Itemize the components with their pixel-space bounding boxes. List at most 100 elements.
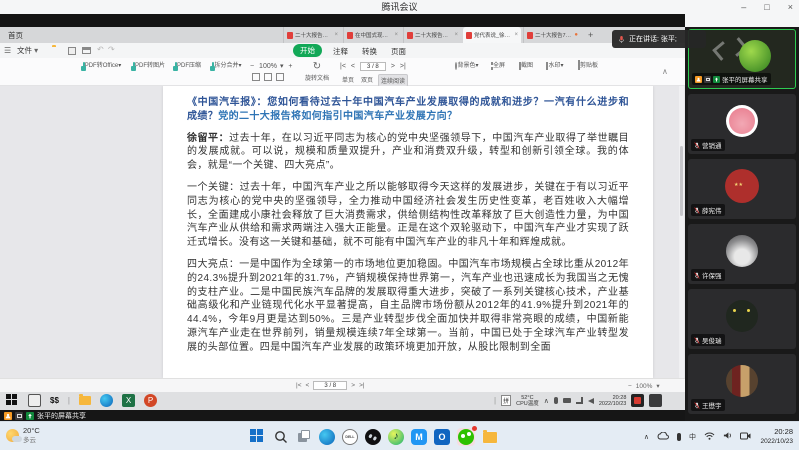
maximize-button[interactable]: □ — [764, 0, 769, 14]
screenshot-button[interactable]: 截图 — [514, 60, 538, 69]
remote-unknown-app-icon[interactable]: $$ — [50, 396, 59, 405]
redo-icon[interactable]: ↷ — [108, 45, 115, 54]
tab-doc-3[interactable]: 二十大报告中的那些表述.. × — [403, 27, 461, 43]
status-page-input[interactable]: 3 / 8 — [313, 381, 347, 390]
file-explorer-icon-active[interactable] — [482, 431, 498, 444]
participant-tile[interactable]: 王懋宇 — [688, 354, 796, 414]
file-menu[interactable]: 文件 ▾ — [17, 45, 38, 56]
status-first-page[interactable]: |< — [296, 382, 301, 389]
remote-tray-app-icon[interactable] — [649, 394, 662, 407]
remote-network-icon[interactable] — [576, 397, 583, 404]
dell-icon[interactable]: DELL — [342, 429, 358, 445]
ribbon-tab-start[interactable]: 开始 — [293, 44, 322, 57]
wechat-icon-active[interactable] — [457, 428, 475, 446]
status-zoom-out[interactable]: − — [628, 383, 632, 390]
tab-doc-4-active[interactable]: 党代表说_徐留平：为建.. × — [463, 27, 521, 43]
tab-close-icon[interactable]: × — [454, 32, 458, 38]
vertical-scrollbar[interactable] — [679, 86, 684, 378]
remote-camera-icon[interactable] — [563, 398, 571, 403]
remote-mic-icon[interactable] — [554, 397, 558, 404]
watermark-button[interactable]: 水印▾ — [542, 60, 568, 69]
remote-tray-expand-icon[interactable]: ∧ — [544, 397, 549, 405]
cloud-icon[interactable] — [657, 432, 669, 442]
tab-doc-5[interactable]: 二十大报告72页完整版全.. ● — [523, 27, 581, 43]
pdf-to-image-button[interactable]: PDF转图片 — [128, 60, 170, 69]
rotate-doc-button[interactable]: ↻ 旋转文档 — [300, 60, 334, 82]
taskbar-weather-widget[interactable]: 20°C多云 — [6, 426, 40, 445]
close-button[interactable]: × — [788, 0, 793, 14]
edge-icon[interactable] — [319, 429, 335, 445]
first-page-button[interactable]: |< — [340, 63, 346, 70]
tab-home[interactable]: 首页 — [8, 30, 23, 41]
new-tab-button[interactable]: + — [588, 30, 593, 40]
participant-tile[interactable]: 营销通 — [688, 94, 796, 154]
zoom-out-button[interactable]: − — [250, 63, 254, 70]
zoom-in-button[interactable]: + — [288, 63, 292, 70]
qq-music-icon[interactable]: ♪ — [388, 429, 404, 445]
remote-clock[interactable]: 20:282022/10/23 — [599, 395, 627, 407]
fit-screen-icon[interactable] — [276, 73, 284, 81]
status-zoom-level[interactable]: 100% — [636, 383, 653, 390]
save-icon[interactable] — [68, 47, 76, 55]
remote-start-icon[interactable] — [6, 394, 19, 407]
volume-icon[interactable] — [723, 431, 732, 442]
outlook-icon[interactable]: O — [434, 429, 450, 445]
split-merge-button[interactable]: 拆分合并▾ — [207, 60, 247, 69]
fullscreen-button[interactable]: 全屏 — [486, 60, 510, 69]
search-icon[interactable] — [273, 429, 289, 445]
remote-volume-icon[interactable] — [588, 398, 594, 404]
next-page-button[interactable]: > — [391, 63, 395, 70]
participant-tile[interactable]: 吴俊瑞 — [688, 289, 796, 349]
minimize-button[interactable]: – — [741, 0, 746, 14]
participant-name: 薛宪伟 — [702, 205, 722, 215]
last-page-button[interactable]: >| — [400, 63, 406, 70]
remote-file-explorer-icon[interactable] — [79, 396, 91, 405]
status-last-page[interactable]: >| — [359, 382, 364, 389]
fit-width-icon[interactable] — [252, 73, 260, 81]
tray-expand-icon[interactable]: ∧ — [644, 433, 649, 441]
participant-tile[interactable]: 许保强 — [688, 224, 796, 284]
background-color-button[interactable]: 背景色▾ — [452, 60, 482, 69]
tab-close-icon[interactable]: × — [514, 32, 518, 38]
tab-doc-2[interactable]: 在中国式现代化的伟大进.. × — [343, 27, 401, 43]
hamburger-menu-icon[interactable]: ☰ — [4, 46, 11, 55]
ime-indicator[interactable]: 中 — [689, 432, 696, 442]
print-icon[interactable] — [82, 47, 91, 54]
start-button[interactable] — [250, 429, 266, 445]
remote-ime-indicator[interactable]: 拼 — [501, 395, 511, 406]
remote-excel-icon[interactable]: X — [122, 394, 135, 407]
remote-recorder-icon[interactable] — [631, 394, 644, 407]
m-app-icon[interactable]: M — [411, 429, 427, 445]
taskbar-clock[interactable]: 20:28 2022/10/23 — [760, 427, 793, 446]
wifi-icon[interactable] — [704, 432, 715, 442]
mic-icon[interactable] — [677, 433, 681, 441]
ribbon-tab-page[interactable]: 页面 — [391, 46, 406, 57]
pdf-to-office-button[interactable]: PDF转Office▾ — [78, 60, 126, 69]
camera-icon[interactable] — [740, 432, 751, 442]
participant-name: 吴俊瑞 — [702, 335, 722, 345]
ribbon-tab-annotate[interactable]: 注释 — [333, 46, 348, 57]
remote-task-view-icon[interactable] — [28, 394, 41, 407]
participant-tile[interactable]: ★★ 薛宪伟 — [688, 159, 796, 219]
tab-doc-1[interactable]: 二十大报告，汽车人必读.. × — [283, 27, 341, 43]
status-prev-page[interactable]: < — [305, 382, 309, 389]
zoom-level[interactable]: 100% — [259, 63, 277, 70]
tab-close-icon[interactable]: × — [334, 32, 338, 38]
remote-edge-icon[interactable] — [100, 394, 113, 407]
scrollbar-thumb[interactable] — [680, 146, 683, 216]
ribbon-tab-convert[interactable]: 转换 — [362, 46, 377, 57]
fit-page-icon[interactable] — [264, 73, 272, 81]
pdf-file-icon — [347, 32, 353, 39]
remote-powerpoint-icon[interactable]: P — [144, 394, 157, 407]
prev-page-button[interactable]: < — [351, 63, 355, 70]
status-next-page[interactable]: > — [351, 382, 355, 389]
tab-close-icon[interactable]: × — [394, 32, 398, 38]
collapse-ribbon-icon[interactable]: ∧ — [662, 67, 668, 76]
page-number-input[interactable]: 3 / 8 — [360, 62, 386, 71]
pdf-compress-button[interactable]: PDF压缩 — [170, 60, 206, 69]
clipboard-button[interactable]: 剪贴板 — [574, 60, 602, 69]
undo-icon[interactable]: ↶ — [97, 45, 104, 54]
alienware-icon[interactable] — [365, 429, 381, 445]
pdf-view-area[interactable]: 《中国汽车报》：您如何看待过去十年中国汽车产业发展取得的成就和进步？一汽有什么进… — [0, 86, 685, 378]
task-view-icon[interactable] — [296, 429, 312, 445]
